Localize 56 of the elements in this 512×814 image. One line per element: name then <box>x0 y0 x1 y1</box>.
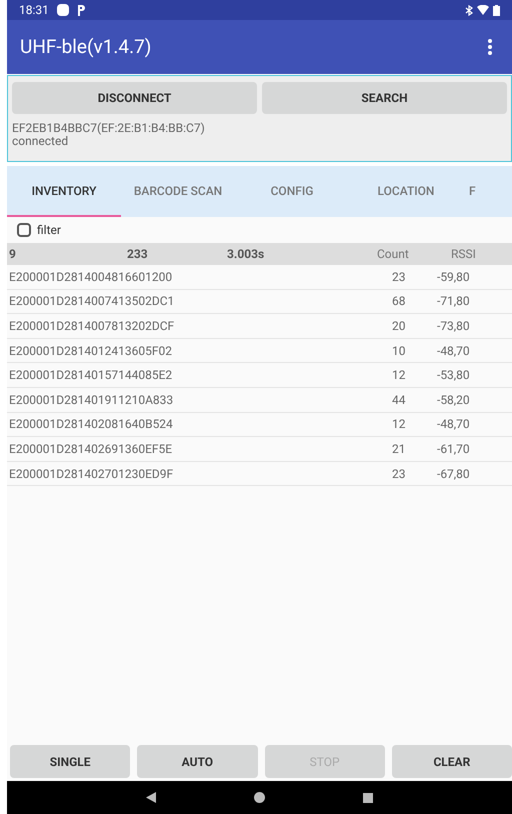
rssi-cell-text: -48,70 <box>437 416 470 434</box>
filter-checkbox[interactable] <box>17 223 31 237</box>
tab[interactable]: F <box>463 166 477 217</box>
epc-cell-text: E200001D281402691360EF5E <box>8 440 174 458</box>
status-time: 18:31 <box>19 2 49 19</box>
filter-label: filter <box>37 222 61 239</box>
rssi-cell-text: -71,80 <box>437 293 470 310</box>
count-cell-text: 10 <box>392 342 406 360</box>
more-menu-icon[interactable] <box>488 39 492 55</box>
epc-cell-text: E200001D2814004816601200 <box>8 268 174 286</box>
epc-cell-text: E200001D2814012413605F02 <box>8 342 173 360</box>
rssi-cell-text: -73,80 <box>437 318 470 335</box>
home-icon[interactable] <box>254 792 265 803</box>
epc-cell-text: E200001D28140157144085E2 <box>8 367 174 384</box>
rssi-header: RSSI <box>450 246 476 263</box>
count-cell-text: 44 <box>392 392 406 409</box>
parking-icon <box>76 4 85 16</box>
count-cell-text: 12 <box>392 416 406 434</box>
action-button[interactable]: AUTO <box>137 745 258 778</box>
battery-icon <box>493 4 500 16</box>
tab[interactable]: BARCODE SCAN <box>121 166 235 217</box>
connection-button[interactable]: SEARCH <box>262 82 507 114</box>
epc-cell-text: E200001D281402081640B524 <box>8 416 174 434</box>
back-icon[interactable] <box>146 792 156 803</box>
read-total: 233 <box>126 246 149 263</box>
rssi-cell-text: -58,20 <box>437 392 470 409</box>
count-header: Count <box>377 246 410 263</box>
action-button[interactable]: CLEAR <box>392 745 512 778</box>
rssi-cell-text: -61,70 <box>437 440 470 458</box>
count-cell-text: 23 <box>392 268 406 286</box>
epc-cell-text: E200001D2814007813202DCF <box>8 318 176 335</box>
tab[interactable]: LOCATION <box>349 166 463 217</box>
count-cell-text: 21 <box>392 440 406 458</box>
bluetooth-icon <box>465 4 473 16</box>
epc-cell-text: E200001D281401911210A833 <box>8 392 174 409</box>
rssi-cell-text: -59,80 <box>437 268 470 286</box>
action-button[interactable]: SINGLE <box>10 745 130 778</box>
connection-button[interactable]: DISCONNECT <box>12 82 257 114</box>
app-title: UHF-ble(v1.4.7) <box>20 34 152 60</box>
device-address: EF2EB1B4BBC7(EF:2E:B1:B4:BB:C7) <box>12 122 206 135</box>
tab[interactable]: CONFIG <box>235 166 349 217</box>
elapsed-time: 3.003s <box>227 246 266 263</box>
wifi-icon <box>477 5 489 15</box>
recents-icon[interactable] <box>363 792 373 802</box>
count-cell-text: 68 <box>392 293 406 310</box>
rssi-cell-text: -67,80 <box>437 466 470 483</box>
connection-state: connected <box>12 135 68 148</box>
rssi-cell-text: -48,70 <box>437 342 470 360</box>
count-cell-text: 20 <box>392 318 406 335</box>
epc-cell-text: E200001D281402701230ED9F <box>8 466 174 483</box>
tag-total: 9 <box>8 246 17 263</box>
rssi-cell-text: -53,80 <box>437 367 470 384</box>
epc-cell-text: E200001D2814007413502DC1 <box>8 293 176 310</box>
notification-icon <box>56 4 69 16</box>
count-cell-text: 23 <box>392 466 406 483</box>
count-cell-text: 12 <box>392 367 406 384</box>
